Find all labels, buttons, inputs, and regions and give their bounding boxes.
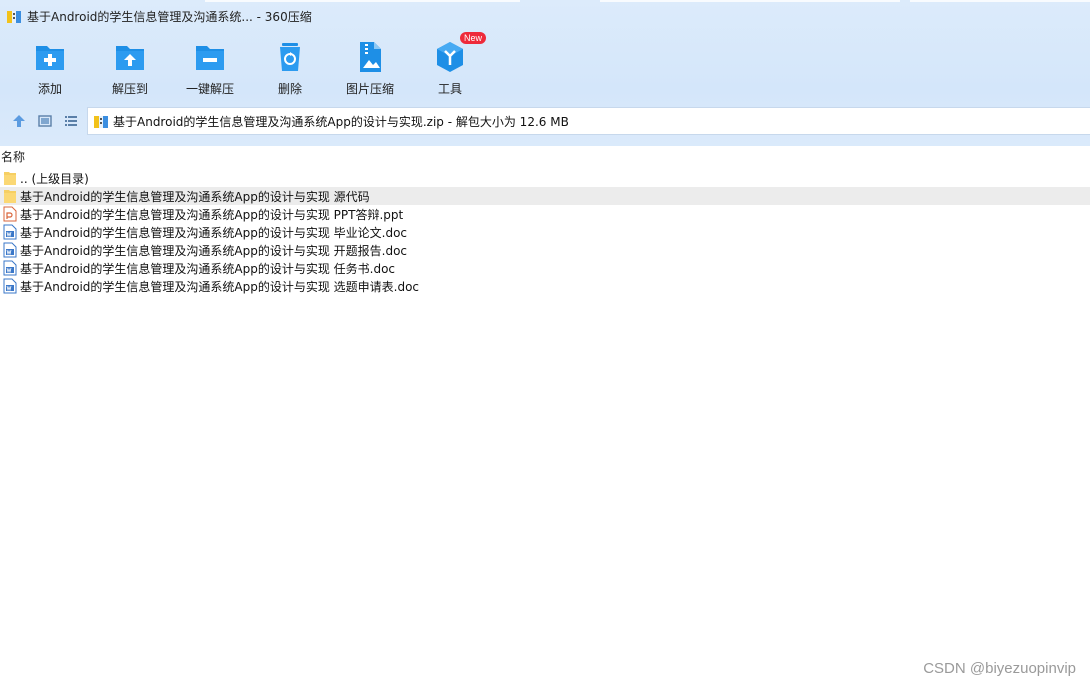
zip-archive-icon [94, 116, 108, 128]
watermark: CSDN @biyezuopinvip [923, 660, 1076, 677]
image-compress-label: 图片压缩 [345, 82, 394, 96]
folder-icon [4, 190, 16, 203]
delete-label: 删除 [277, 82, 302, 96]
file-name: 基于Android的学生信息管理及沟通系统App的设计与实现 任务书.doc [20, 261, 396, 276]
title-bar: 基于Android的学生信息管理及沟通系统... - 360压缩 [0, 0, 1090, 32]
tools-button[interactable]: New 工具 [410, 32, 490, 98]
add-button[interactable]: 添加 [10, 38, 90, 98]
up-arrow-icon [13, 115, 25, 127]
doc-file-icon [3, 242, 17, 258]
address-bar[interactable]: 基于Android的学生信息管理及沟通系统App的设计与实现.zip - 解包大… [87, 107, 1090, 135]
doc-file-icon [3, 260, 17, 276]
extract-to-label: 解压到 [111, 82, 148, 96]
extract-to-button[interactable]: 解压到 [90, 38, 170, 98]
tools-label: 工具 [437, 82, 462, 96]
doc-file-icon [3, 278, 17, 294]
column-header: 名称 [0, 146, 1090, 166]
list-view-button[interactable] [62, 112, 80, 130]
file-list: .. (上级目录) 基于Android的学生信息管理及沟通系统App的设计与实现… [0, 169, 1090, 295]
tools-cube-icon [437, 42, 463, 72]
one-click-extract-label: 一键解压 [185, 82, 234, 96]
list-item[interactable]: 基于Android的学生信息管理及沟通系统App的设计与实现 选题申请表.doc [0, 277, 1090, 295]
file-name: 基于Android的学生信息管理及沟通系统App的设计与实现 开题报告.doc [20, 243, 408, 258]
ppt-file-icon [3, 206, 17, 222]
image-compress-button[interactable]: 图片压缩 [330, 38, 410, 98]
one-click-extract-icon [196, 46, 224, 70]
file-name: 基于Android的学生信息管理及沟通系统App的设计与实现 PPT答辩.ppt [20, 207, 404, 222]
thumbnail-view-button[interactable] [36, 112, 54, 130]
add-folder-icon [36, 46, 64, 70]
list-item[interactable]: 基于Android的学生信息管理及沟通系统App的设计与实现 源代码 [0, 187, 1090, 205]
list-item[interactable]: .. (上级目录) [0, 169, 1090, 187]
column-name-header[interactable]: 名称 [1, 148, 25, 165]
file-name: .. (上级目录) [20, 171, 89, 186]
top-area: 基于Android的学生信息管理及沟通系统... - 360压缩 添加 解压到 [0, 0, 1090, 150]
file-name: 基于Android的学生信息管理及沟通系统App的设计与实现 源代码 [20, 189, 370, 204]
folder-icon [4, 172, 16, 185]
add-label: 添加 [37, 82, 62, 96]
navigation-row: 基于Android的学生信息管理及沟通系统App的设计与实现.zip - 解包大… [0, 106, 1090, 136]
file-name: 基于Android的学生信息管理及沟通系统App的设计与实现 选题申请表.doc [20, 279, 420, 294]
new-badge: New [460, 32, 487, 44]
list-item[interactable]: 基于Android的学生信息管理及沟通系统App的设计与实现 PPT答辩.ppt [0, 205, 1090, 223]
one-click-extract-button[interactable]: 一键解压 [170, 38, 250, 98]
doc-file-icon [3, 224, 17, 240]
address-text: 基于Android的学生信息管理及沟通系统App的设计与实现.zip - 解包大… [113, 114, 569, 129]
up-button[interactable] [10, 112, 28, 130]
list-item[interactable]: 基于Android的学生信息管理及沟通系统App的设计与实现 任务书.doc [0, 259, 1090, 277]
image-compress-icon [360, 42, 381, 72]
thumbnail-view-icon [38, 115, 52, 127]
delete-button[interactable]: 删除 [250, 38, 330, 98]
toolbar: 添加 解压到 一键解压 删除 图片压缩 New 工具 [10, 32, 490, 98]
file-name: 基于Android的学生信息管理及沟通系统App的设计与实现 毕业论文.doc [20, 225, 408, 240]
window-title: 基于Android的学生信息管理及沟通系统... - 360压缩 [27, 9, 312, 24]
archive-app-icon [7, 11, 21, 23]
recycle-bin-icon [280, 43, 300, 71]
extract-to-icon [116, 46, 144, 70]
list-item[interactable]: 基于Android的学生信息管理及沟通系统App的设计与实现 开题报告.doc [0, 241, 1090, 259]
list-item[interactable]: 基于Android的学生信息管理及沟通系统App的设计与实现 毕业论文.doc [0, 223, 1090, 241]
list-view-icon [65, 116, 77, 126]
